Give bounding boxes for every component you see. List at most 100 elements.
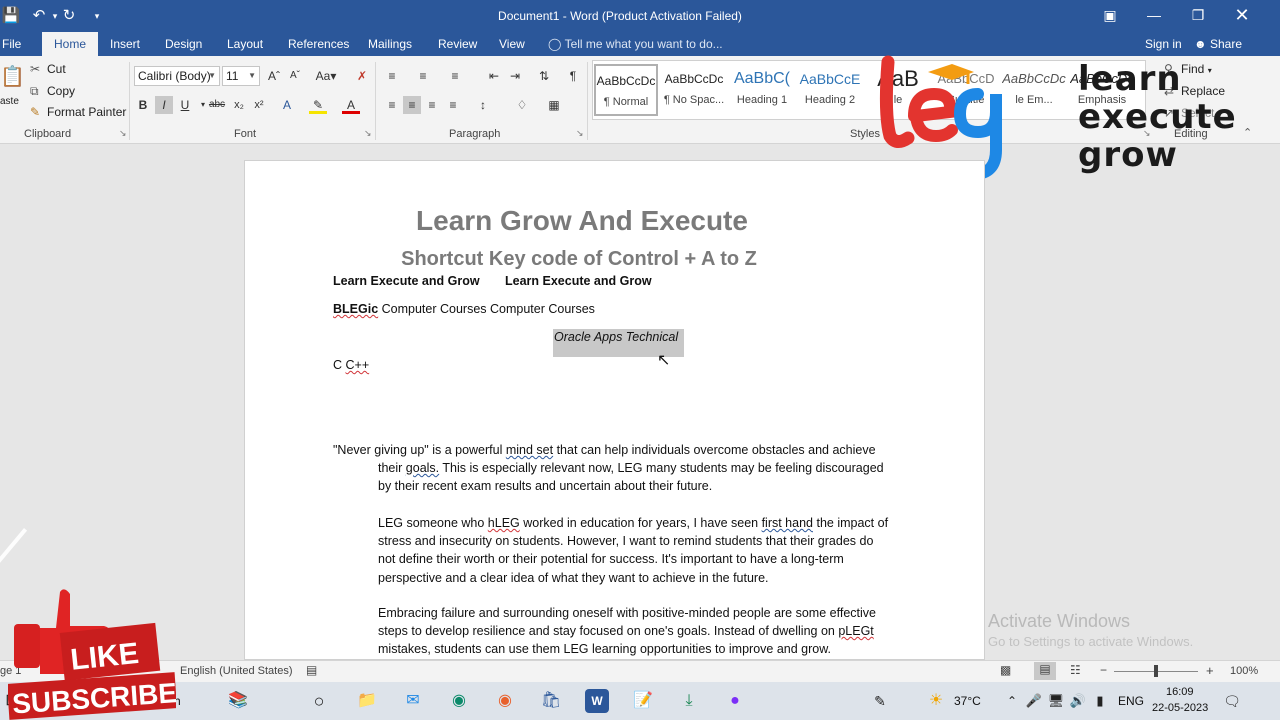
weather-temp[interactable]: 37°C: [954, 694, 981, 708]
clipboard-group-label: Clipboard: [24, 128, 72, 140]
collapse-ribbon-icon[interactable]: ⌃: [1243, 126, 1252, 139]
paragraph-2[interactable]: LEG someone who hLEG worked in education…: [378, 514, 918, 587]
cut-button[interactable]: ✂ Cut: [30, 62, 66, 76]
justify-icon[interactable]: ≡: [444, 96, 462, 114]
doc-text-line[interactable]: Learn Execute and Grow: [333, 274, 480, 288]
document-title[interactable]: Learn Grow And Execute: [244, 205, 920, 237]
tab-insert[interactable]: Insert: [104, 32, 146, 56]
font-size-select[interactable]: 11 ▼: [222, 66, 260, 86]
italic-button[interactable]: I: [155, 96, 173, 114]
paragraph-3[interactable]: Embracing failure and surrounding onesel…: [378, 604, 918, 659]
font-launcher-icon[interactable]: ↘: [364, 128, 372, 139]
battery-icon[interactable]: ▮: [1088, 689, 1112, 713]
tab-layout[interactable]: Layout: [221, 32, 269, 56]
ribbon-display-options-icon[interactable]: ▣: [1088, 0, 1132, 32]
font-family-select[interactable]: Calibri (Body) ▼: [134, 66, 220, 86]
bullets-icon[interactable]: ≡: [383, 67, 401, 85]
borders-icon[interactable]: ▦: [545, 96, 563, 114]
style-normal[interactable]: AaBbCcDc ¶ Normal: [594, 64, 658, 116]
download-icon[interactable]: ⤓: [677, 689, 701, 713]
underline-button[interactable]: U: [176, 96, 194, 114]
numbering-icon[interactable]: ≡: [414, 67, 432, 85]
macro-icon[interactable]: ▤: [306, 663, 317, 677]
doc-text-line[interactable]: BLEGic Computer Courses Computer Courses: [333, 302, 595, 316]
microphone-icon[interactable]: 🎤: [1022, 689, 1046, 713]
network-icon[interactable]: 🖥: [1044, 689, 1068, 713]
superscript-button[interactable]: x²: [250, 96, 268, 114]
show-formatting-icon[interactable]: ¶: [564, 67, 582, 85]
mail-icon[interactable]: ✉: [401, 689, 425, 713]
file-explorer-icon[interactable]: 📁: [355, 689, 379, 713]
clock-date[interactable]: 22-05-2023: [1152, 702, 1208, 714]
app-icon[interactable]: ●: [723, 689, 747, 713]
tab-design[interactable]: Design: [159, 32, 208, 56]
pen-icon[interactable]: ✎: [868, 689, 892, 713]
minimize-button[interactable]: —: [1132, 0, 1176, 32]
clipboard-launcher-icon[interactable]: ↘: [119, 128, 127, 139]
align-center-icon[interactable]: ≡: [403, 96, 421, 114]
web-layout-icon[interactable]: ☷: [1070, 663, 1081, 677]
align-left-icon[interactable]: ≡: [383, 96, 401, 114]
notepad-icon[interactable]: 📝: [631, 689, 655, 713]
read-mode-icon[interactable]: ▩: [1000, 663, 1011, 677]
doc-text-line[interactable]: Learn Execute and Grow: [505, 274, 652, 288]
selected-text[interactable]: Oracle Apps Technical: [554, 330, 678, 344]
change-case-icon[interactable]: Aa▾: [313, 67, 339, 85]
zoom-out-icon[interactable]: −: [1100, 663, 1107, 677]
language-indicator[interactable]: English (United States): [180, 665, 293, 677]
style-heading-2[interactable]: AaBbCcE Heading 2: [798, 64, 862, 116]
word-icon[interactable]: W: [585, 689, 609, 713]
tab-review[interactable]: Review: [432, 32, 483, 56]
chevron-up-icon[interactable]: ⌃: [1000, 689, 1024, 713]
zoom-slider-thumb[interactable]: [1154, 665, 1158, 677]
text-effects-icon[interactable]: A: [278, 96, 296, 114]
clear-formatting-icon[interactable]: ✗: [353, 67, 371, 85]
tell-me-search[interactable]: ◯ Tell me what you want to do...: [548, 32, 723, 56]
input-language[interactable]: ENG: [1118, 694, 1144, 708]
tab-home[interactable]: Home: [42, 32, 98, 56]
restore-button[interactable]: ❐: [1176, 0, 1220, 32]
sign-in-link[interactable]: Sign in: [1145, 32, 1182, 56]
sort-icon[interactable]: ⇅: [535, 67, 553, 85]
multilevel-list-icon[interactable]: ≡: [446, 67, 464, 85]
paragraph-1[interactable]: "Never giving up" is a powerful mind set…: [333, 441, 903, 496]
font-color-icon[interactable]: A: [342, 96, 360, 114]
share-button[interactable]: ☻ Share: [1194, 32, 1242, 56]
close-button[interactable]: ✕: [1220, 0, 1264, 32]
line-spacing-icon[interactable]: ↕: [474, 96, 492, 114]
print-layout-icon[interactable]: ▤: [1034, 662, 1056, 680]
weather-icon[interactable]: ☀: [924, 689, 948, 713]
zoom-level[interactable]: 100%: [1230, 665, 1258, 677]
edge-icon[interactable]: ◉: [447, 689, 471, 713]
cortana-icon[interactable]: ○: [307, 689, 331, 713]
strikethrough-button[interactable]: abc: [208, 96, 226, 114]
shrink-font-icon[interactable]: Aˇ: [286, 67, 304, 85]
paragraph-launcher-icon[interactable]: ↘: [576, 128, 584, 139]
copy-button[interactable]: ⧉ Copy: [30, 84, 75, 99]
store-icon[interactable]: 🛍: [539, 689, 563, 713]
doc-text-line[interactable]: C C++: [333, 358, 369, 372]
style-heading-1[interactable]: AaBbC(Heading 1: [730, 64, 794, 116]
tab-view[interactable]: View: [493, 32, 531, 56]
document-subtitle[interactable]: Shortcut Key code of Control + A to Z: [244, 248, 914, 271]
paste-icon[interactable]: 📋: [0, 64, 25, 89]
notifications-icon[interactable]: 🗨: [1220, 689, 1244, 713]
firefox-icon[interactable]: ◉: [493, 689, 517, 713]
tab-references[interactable]: References: [282, 32, 355, 56]
tab-mailings[interactable]: Mailings: [362, 32, 418, 56]
paste-label[interactable]: aste: [0, 96, 19, 107]
increase-indent-icon[interactable]: ⇥: [506, 67, 524, 85]
highlight-color-icon[interactable]: ✎: [309, 96, 327, 114]
tab-file[interactable]: File: [0, 32, 27, 56]
subscript-button[interactable]: x₂: [230, 96, 248, 114]
format-painter-button[interactable]: ✎ Format Painter: [30, 105, 126, 119]
clock-time[interactable]: 16:09: [1166, 686, 1194, 698]
zoom-in-icon[interactable]: +: [1206, 663, 1214, 678]
bold-button[interactable]: B: [134, 96, 152, 114]
shading-icon[interactable]: ♢: [513, 96, 531, 114]
style-no-spacing[interactable]: AaBbCcDc ¶ No Spac...: [662, 64, 726, 116]
volume-icon[interactable]: 🔊: [1066, 689, 1090, 713]
grow-font-icon[interactable]: Aˆ: [265, 67, 283, 85]
decrease-indent-icon[interactable]: ⇤: [485, 67, 503, 85]
align-right-icon[interactable]: ≡: [423, 96, 441, 114]
